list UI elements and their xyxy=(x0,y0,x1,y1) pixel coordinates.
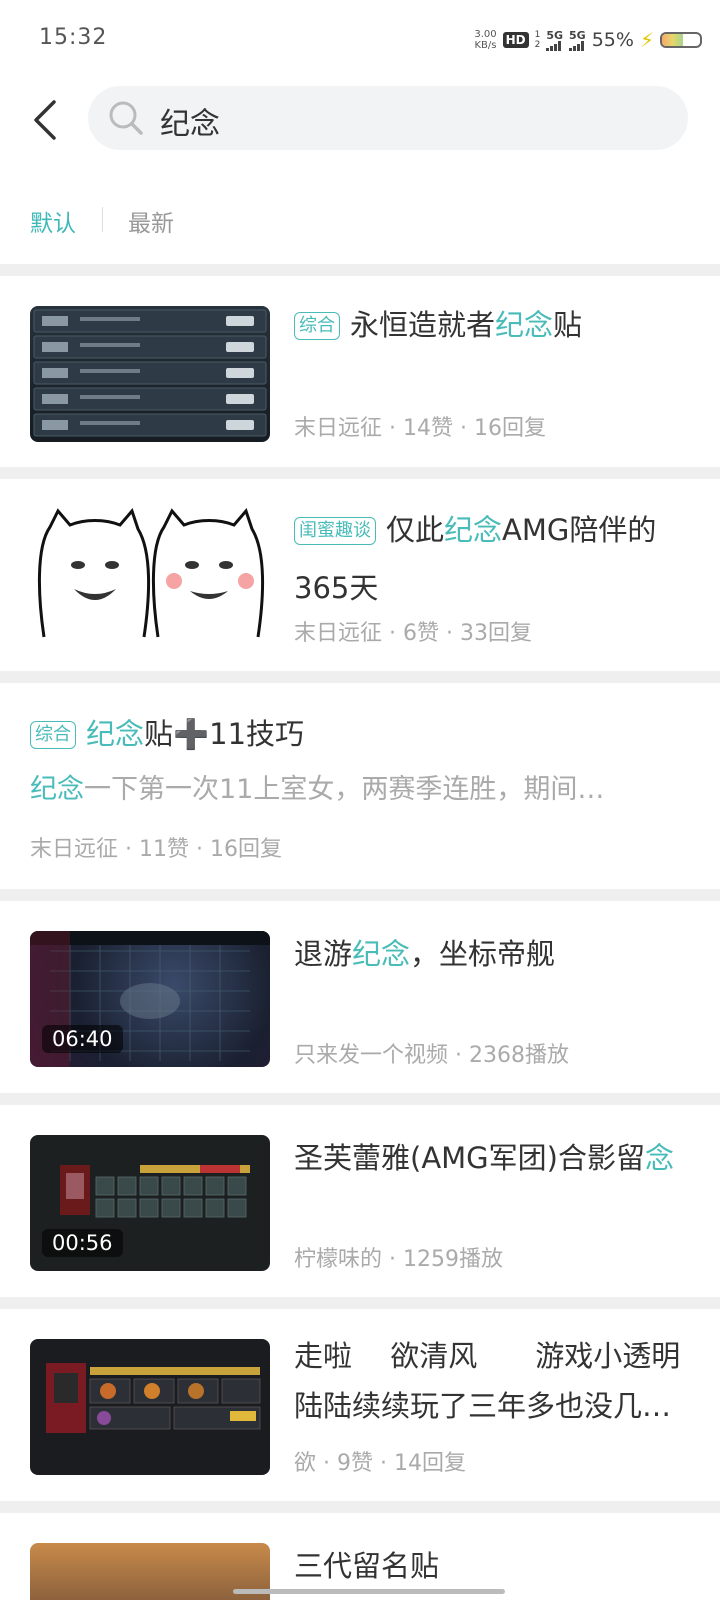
list-item[interactable]: 三代留名贴 xyxy=(0,1513,720,1600)
list-item[interactable]: 00:56 圣芙蕾雅(AMG军团)合影留念 柠檬味的 · 1259播放 xyxy=(0,1105,720,1297)
hd-volte-icon: HD xyxy=(502,32,529,48)
search-icon xyxy=(109,101,143,135)
item-excerpt: 纪念一下第一次11上室女，两赛季连胜，期间… xyxy=(30,774,605,805)
thumbnail-image xyxy=(33,309,267,437)
sort-tabs: 默认 最新 xyxy=(0,190,720,240)
sim-slot-numbers: 1 2 xyxy=(534,30,541,50)
item-title: 综合 永恒造就者纪念贴 xyxy=(294,296,690,354)
charging-icon: ⚡ xyxy=(639,28,654,52)
signal-icon-2: 5G xyxy=(569,30,586,51)
video-duration: 00:56 xyxy=(42,1229,123,1257)
section-divider xyxy=(0,1093,720,1105)
thumbnail xyxy=(30,1339,270,1475)
battery-icon xyxy=(660,32,702,48)
item-title: 圣芙蕾雅(AMG军团)合影留念 xyxy=(294,1141,674,1175)
thumbnail xyxy=(30,306,270,442)
item-title: 闺蜜趣谈 仅此纪念AMG陪伴的365天 xyxy=(294,513,657,605)
section-divider xyxy=(0,264,720,276)
item-title: 三代留名贴 xyxy=(294,1549,440,1583)
search-header: 纪念 xyxy=(0,80,720,162)
status-bar: 15:32 3.00 KB/s HD 1 2 5G 5G 55% ⚡ xyxy=(0,0,720,80)
video-duration: 06:40 xyxy=(42,1025,123,1053)
item-title: 综合 纪念贴➕11技巧 xyxy=(30,705,304,763)
signal-icon: 5G xyxy=(546,30,563,51)
chevron-left-icon xyxy=(34,100,56,140)
category-tag: 闺蜜趣谈 xyxy=(294,517,376,545)
home-indicator[interactable] xyxy=(233,1589,505,1594)
video-thumbnail: 00:56 xyxy=(30,1135,270,1271)
network-speed: 3.00 KB/s xyxy=(474,29,497,51)
list-item[interactable]: 走啦 欲清风 游戏小透明 陆陆续续玩了三年多也没几… 欲 · 9赞 · 14回复 xyxy=(0,1309,720,1501)
tab-latest[interactable]: 最新 xyxy=(128,204,174,238)
list-item[interactable]: 综合 永恒造就者纪念贴 末日远征 · 14赞 · 16回复 xyxy=(0,276,720,467)
section-divider xyxy=(0,1501,720,1513)
thumbnail xyxy=(30,507,270,643)
section-divider xyxy=(0,1297,720,1309)
search-query-text: 纪念 xyxy=(160,107,220,142)
item-meta: 末日远征 · 11赞 · 16回复 xyxy=(30,837,282,862)
back-button[interactable] xyxy=(28,98,64,142)
category-tag: 综合 xyxy=(30,721,76,749)
status-icons: 3.00 KB/s HD 1 2 5G 5G 55% ⚡ xyxy=(474,24,702,56)
status-time: 15:32 xyxy=(39,25,108,50)
list-item[interactable]: 06:40 退游纪念，坐标帝舰 只来发一个视频 · 2368播放 xyxy=(0,901,720,1093)
item-meta: 只来发一个视频 · 2368播放 xyxy=(294,1043,569,1068)
tab-default[interactable]: 默认 xyxy=(30,204,76,238)
item-meta: 欲 · 9赞 · 14回复 xyxy=(294,1451,466,1476)
item-meta: 末日远征 · 14赞 · 16回复 xyxy=(294,416,546,441)
list-item[interactable]: 闺蜜趣谈 仅此纪念AMG陪伴的365天 末日远征 · 6赞 · 33回复 xyxy=(0,479,720,671)
list-item[interactable]: 综合 纪念贴➕11技巧 纪念一下第一次11上室女，两赛季连胜，期间… 末日远征 ·… xyxy=(0,683,720,889)
search-input[interactable]: 纪念 xyxy=(88,86,688,150)
video-thumbnail: 06:40 xyxy=(30,931,270,1067)
item-title: 走啦 欲清风 游戏小透明 陆陆续续玩了三年多也没几… xyxy=(294,1339,681,1423)
tab-separator xyxy=(102,207,103,232)
section-divider xyxy=(0,467,720,479)
item-meta: 柠檬味的 · 1259播放 xyxy=(294,1247,503,1272)
section-divider xyxy=(0,889,720,901)
section-divider xyxy=(0,671,720,683)
meme-image xyxy=(37,508,265,638)
item-meta: 末日远征 · 6赞 · 33回复 xyxy=(294,621,532,646)
battery-percent: 55% xyxy=(591,29,634,51)
thumbnail-image xyxy=(46,1363,261,1433)
category-tag: 综合 xyxy=(294,312,340,340)
item-title: 退游纪念，坐标帝舰 xyxy=(294,937,556,971)
